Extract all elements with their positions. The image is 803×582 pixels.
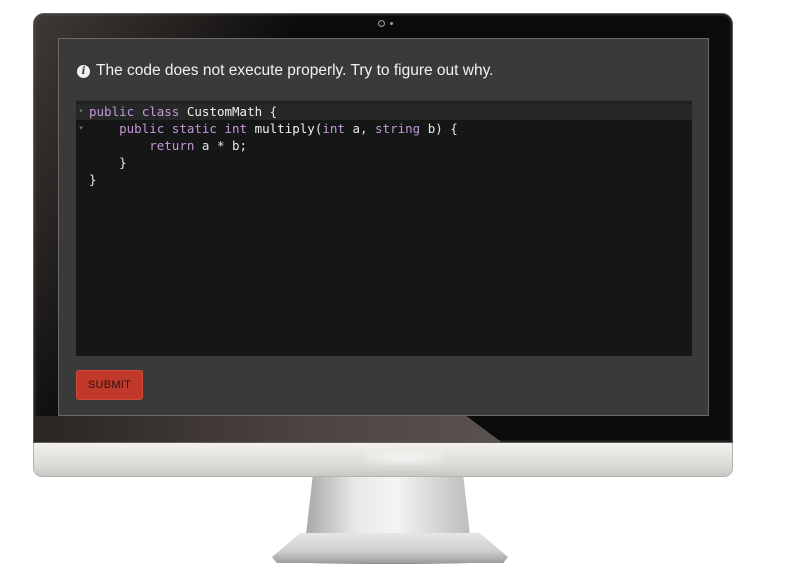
bezel-glare-bottom [34,416,504,442]
monitor-screen: i The code does not execute properly. Tr… [58,38,709,416]
code-token: return [149,138,195,153]
code-token: static [171,121,217,136]
monitor-illustration: i The code does not execute properly. Tr… [0,0,803,582]
fold-arrow-icon[interactable]: ▾ [77,103,85,120]
code-token: } [89,172,97,187]
code-token: CustomMath [186,104,263,119]
code-line[interactable]: } [76,154,692,171]
monitor-stand [306,477,470,535]
chin-shine [364,451,444,465]
task-prompt: i The code does not execute properly. Tr… [77,61,493,81]
camera-indicator-icon [390,22,393,25]
code-token: public [119,121,165,136]
monitor-chin [33,443,733,477]
code-token: int [322,121,345,136]
info-icon: i [77,64,90,78]
code-token: public [89,104,135,119]
fold-arrow-icon[interactable]: ▾ [77,120,85,137]
code-line[interactable]: return a * b; [76,137,692,154]
code-line[interactable]: ▾ public class CustomMath { [76,103,692,120]
code-editor[interactable]: ▾ public class CustomMath {▾ public stati… [76,100,692,356]
code-line[interactable]: ▾ public static int multiply(int a, stri… [76,120,692,137]
code-token: a, [344,121,376,136]
editor-top-border [76,100,692,102]
code-token: b) { [420,121,458,136]
code-text: public static int multiply(int a, string… [89,120,458,137]
code-line[interactable]: } [76,171,692,188]
code-text: } [89,154,127,171]
prompt-text: The code does not execute properly. Try … [96,62,494,79]
submit-button[interactable]: SUBMIT [76,370,143,400]
code-token: } [119,155,127,170]
code-text: return a * b; [89,137,247,154]
code-token: string [375,121,421,136]
code-text: } [89,171,97,188]
code-text: public class CustomMath { [89,103,277,120]
monitor-base [272,533,508,563]
code-token: a * b; [194,138,248,153]
camera-icon [378,20,385,27]
code-token: multiply [254,121,315,136]
code-token: class [141,104,180,119]
code-token: { [262,104,278,119]
code-token: int [224,121,248,136]
